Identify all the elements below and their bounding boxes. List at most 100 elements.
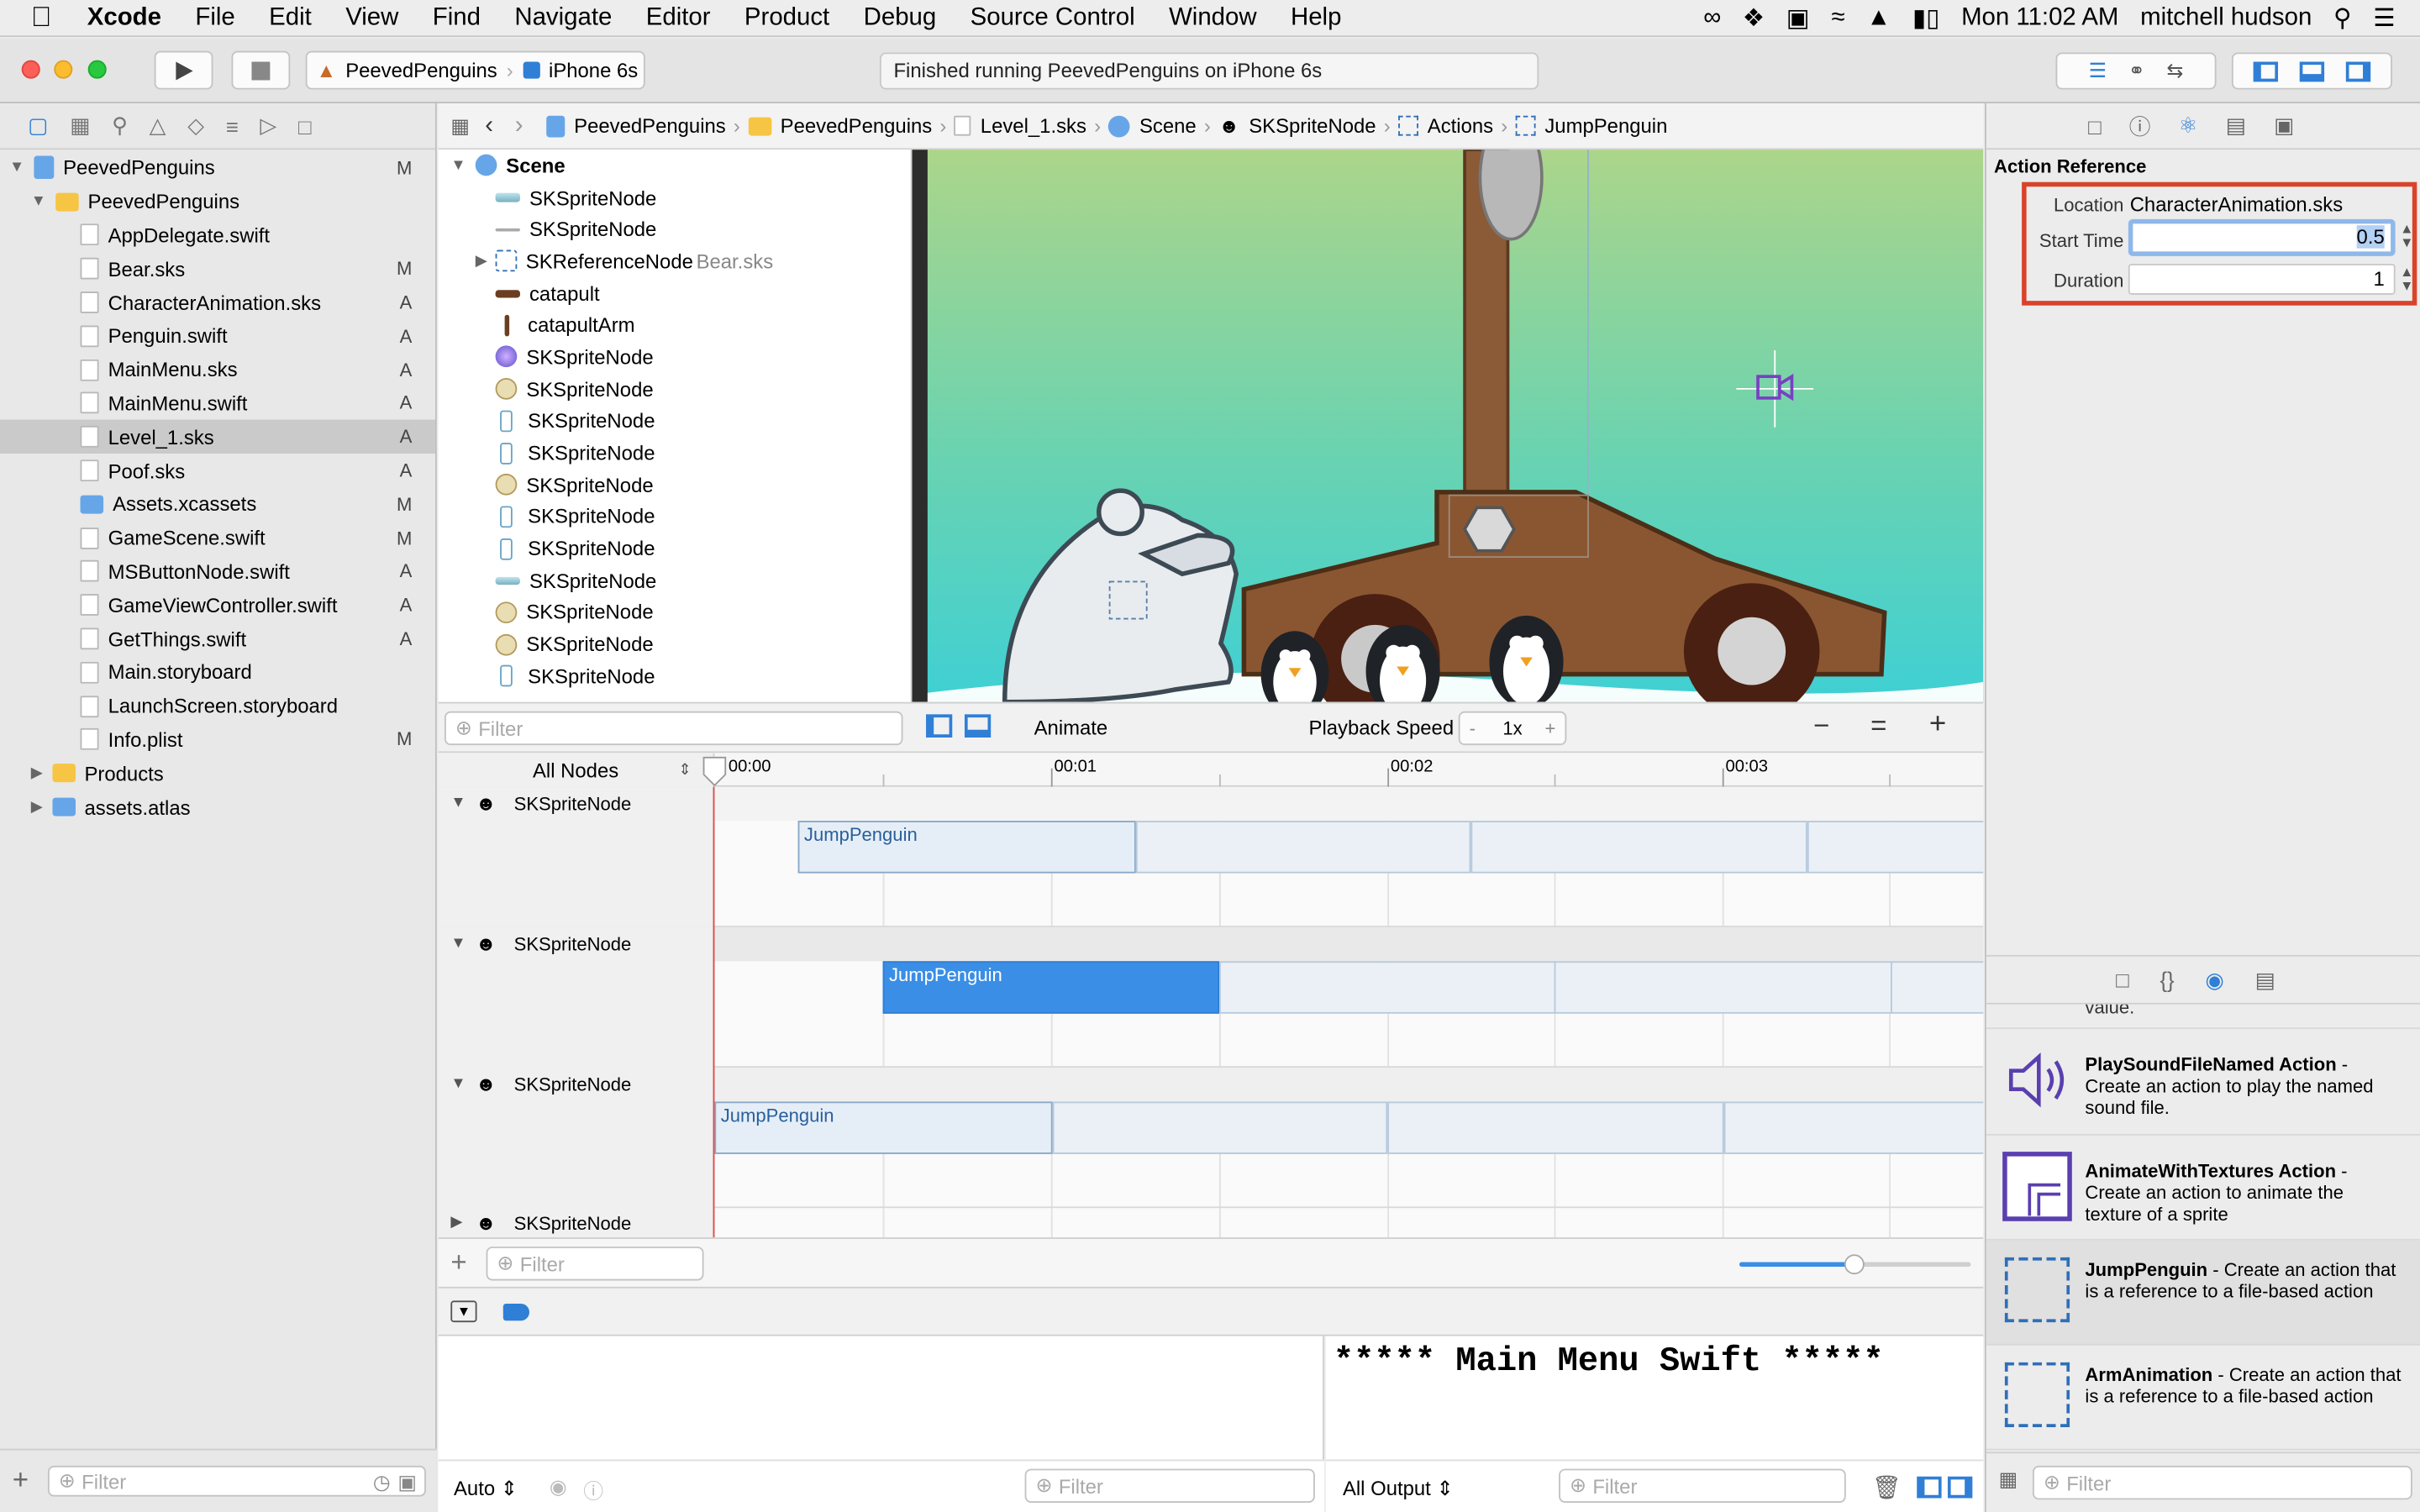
tree-row-file[interactable]: MainMenu.sks A — [0, 353, 435, 386]
standard-editor-icon[interactable]: ☰ — [2089, 59, 2107, 83]
tree-row-group[interactable]: ▶ Products — [0, 757, 435, 790]
breadcrumb-project[interactable]: PeevedPenguins — [542, 114, 731, 137]
breakpoints-toggle-icon[interactable] — [502, 1304, 529, 1321]
symbol-navigator-icon[interactable]: ▦ — [70, 113, 90, 139]
disclosure-closed-icon[interactable]: ▶ — [476, 253, 487, 270]
assistant-editor-icon[interactable]: ⚭ — [2128, 59, 2145, 83]
tree-row-file[interactable]: AppDelegate.swift — [0, 218, 435, 252]
tree-row-project[interactable]: ▼ PeevedPenguins M — [0, 151, 435, 185]
user-name[interactable]: mitchell hudson — [2140, 5, 2312, 33]
outline-row[interactable]: SKSpriteNode — [439, 373, 911, 405]
size-inspector-icon[interactable]: ▣ — [2274, 113, 2294, 139]
scene-canvas[interactable] — [912, 150, 1984, 702]
spotlight-icon[interactable]: ⚲ — [2333, 3, 2352, 34]
app-menu[interactable]: Xcode — [71, 4, 179, 32]
menu-view[interactable]: View — [329, 4, 416, 32]
run-button[interactable] — [154, 50, 213, 90]
duration-stepper-icon[interactable]: ▲ ▼ — [2400, 265, 2413, 293]
add-icon[interactable]: + — [13, 1464, 29, 1497]
outline-row[interactable]: SKSpriteNode — [439, 660, 911, 692]
outline-row[interactable]: SKSpriteNode — [439, 596, 911, 628]
playhead-handle-icon[interactable] — [702, 756, 727, 787]
menu-editor[interactable]: Editor — [629, 4, 728, 32]
zoom-out-icon[interactable]: − — [1813, 710, 1829, 743]
start-time-field[interactable]: 0.5 — [2128, 218, 2396, 256]
code-snippet-library-icon[interactable]: {} — [2160, 968, 2174, 992]
hide-debug-area-icon[interactable]: ▼ — [450, 1300, 477, 1323]
library-item[interactable]: ArmAnimation - Create an action that is … — [1986, 1346, 2420, 1451]
disclosure-open-icon[interactable]: ▼ — [450, 157, 466, 174]
breakpoint-navigator-icon[interactable]: ▷ — [260, 113, 276, 139]
library-item[interactable]: JumpPenguin - Create an action that is a… — [1986, 1240, 2420, 1346]
quick-help-icon[interactable]: ⓘ — [2129, 110, 2151, 141]
outline-row[interactable]: SKSpriteNode — [439, 469, 911, 501]
apple-menu-icon[interactable]:  — [0, 2, 71, 34]
tree-row-file[interactable]: GameScene.swift M — [0, 521, 435, 554]
back-icon[interactable]: ‹ — [485, 112, 493, 139]
outline-filter-field[interactable]: ⊕ Filter — [444, 711, 903, 746]
breadcrumb-file[interactable]: Level_1.sks — [950, 114, 1091, 137]
grid-view-icon[interactable]: ▦ — [1999, 1467, 2018, 1492]
console-filter-field[interactable]: ⊕ Filter — [1559, 1468, 1846, 1503]
timeline-zoom-slider[interactable] — [1739, 1254, 1971, 1275]
tree-row-file[interactable]: GetThings.swift A — [0, 622, 435, 655]
outline-row[interactable]: catapult — [439, 277, 911, 309]
start-time-stepper-icon[interactable]: ▲ ▼ — [2400, 222, 2413, 249]
tree-row-file[interactable]: GameViewController.swift A — [0, 588, 435, 622]
outline-row[interactable]: SKSpriteNode — [439, 501, 911, 533]
airplay-icon[interactable]: ▲ — [1866, 5, 1891, 33]
menu-navigate[interactable]: Navigate — [497, 4, 629, 32]
tree-row-file[interactable]: Info.plist M — [0, 723, 435, 757]
slider-knob[interactable] — [1844, 1254, 1865, 1275]
report-navigator-icon[interactable]: □ — [298, 113, 312, 138]
disclosure-open-icon[interactable]: ▼ — [450, 1075, 466, 1092]
close-window-button[interactable] — [21, 60, 40, 79]
outline-row[interactable]: ▶ SKReferenceNode Bear.sks — [439, 245, 911, 277]
breadcrumb-scene[interactable]: Scene — [1104, 114, 1201, 137]
disclosure-open-icon[interactable]: ▼ — [450, 935, 466, 952]
project-navigator-icon[interactable]: ▢ — [28, 113, 48, 139]
scheme-selector[interactable]: ▲ PeevedPenguins › iPhone 6s — [305, 50, 645, 90]
outline-row[interactable]: SKSpriteNode — [439, 533, 911, 564]
auto-selector[interactable]: Auto ⇕ — [454, 1477, 518, 1501]
action-block-jumppenguin[interactable]: JumpPenguin — [714, 1101, 1053, 1154]
outline-row[interactable]: SKSpriteNode — [439, 564, 911, 596]
library-filter-field[interactable]: ⊕ Filter — [2032, 1465, 2412, 1500]
file-template-library-icon[interactable]: □ — [2116, 968, 2129, 992]
animate-button[interactable]: Animate — [1034, 716, 1108, 739]
debug-area-toggle-icon[interactable] — [2299, 60, 2325, 81]
speed-decrease-button[interactable]: - — [1470, 717, 1476, 739]
playback-speed-stepper[interactable]: - 1x + — [1458, 711, 1567, 746]
forward-icon[interactable]: › — [515, 112, 523, 139]
outline-row[interactable]: SKSpriteNode — [439, 181, 911, 213]
show-console-toggle-icon[interactable] — [1947, 1476, 1973, 1499]
version-editor-icon[interactable]: ⇆ — [2166, 59, 2183, 83]
zoom-in-icon[interactable]: + — [1929, 708, 1946, 742]
breadcrumb-node[interactable]: ☻ SKSpriteNode — [1214, 114, 1381, 138]
tree-row-file[interactable]: Poof.sks A — [0, 454, 435, 487]
stop-button[interactable] — [231, 50, 291, 90]
tree-row-group[interactable]: ▼ PeevedPenguins — [0, 185, 435, 218]
file-inspector-icon[interactable]: □ — [2088, 113, 2102, 138]
tree-row-group[interactable]: ▶ assets.atlas — [0, 790, 435, 824]
clock[interactable]: Mon 11:02 AM — [1961, 5, 2118, 33]
info-icon[interactable]: ⓘ — [583, 1475, 603, 1504]
wifi-icon[interactable]: ≈ — [1831, 5, 1844, 33]
menu-help[interactable]: Help — [1274, 4, 1359, 32]
disclosure-closed-icon[interactable]: ▶ — [31, 765, 43, 782]
add-icon[interactable]: + — [450, 1247, 466, 1279]
show-timeline-toggle-icon[interactable] — [964, 714, 992, 738]
media-library-icon[interactable]: ▤ — [2255, 967, 2275, 993]
library-item[interactable]: PlaySoundFileNamed Action - Create an ac… — [1986, 1027, 2420, 1136]
menu-edit[interactable]: Edit — [252, 4, 329, 32]
library-item[interactable]: AnimateWithTextures Action - Create an a… — [1986, 1136, 2420, 1241]
navigator-toggle-icon[interactable] — [2253, 60, 2279, 81]
menu-file[interactable]: File — [178, 4, 252, 32]
issue-navigator-icon[interactable]: △ — [150, 113, 166, 139]
speed-increase-button[interactable]: + — [1545, 717, 1556, 739]
disclosure-open-icon[interactable]: ▼ — [9, 160, 24, 176]
zoom-window-button[interactable] — [87, 60, 107, 79]
menu-source-control[interactable]: Source Control — [953, 4, 1151, 32]
console-view[interactable]: ***** Main Menu Swift ***** All Output ⇕… — [1325, 1336, 1984, 1512]
quick-look-icon[interactable]: ◉ — [550, 1475, 567, 1499]
